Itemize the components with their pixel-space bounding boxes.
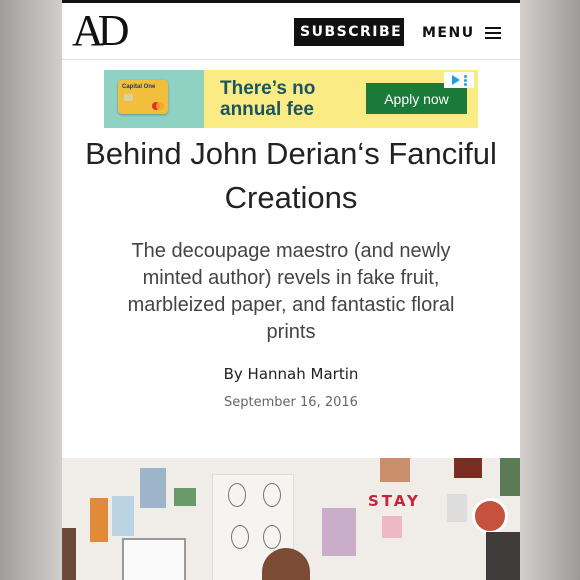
collage-green-card <box>500 458 520 496</box>
collage-face-print <box>380 458 410 482</box>
collage-pink-print <box>382 516 402 538</box>
collage-card-grey <box>447 494 467 522</box>
ad-banner[interactable]: Capital One There’s no annual fee Apply … <box>104 70 478 128</box>
backdrop-right <box>520 0 580 580</box>
article-dek: The decoupage maestro (and newly minted … <box>127 240 455 343</box>
collage-print-blue <box>112 496 134 536</box>
collage-sketch-right <box>486 532 520 580</box>
article-byline[interactable]: By Hannah Martin <box>62 365 520 383</box>
menu-label: MENU <box>422 25 475 41</box>
credit-card-image: Capital One <box>118 80 168 114</box>
site-header: AD SUBSCRIBE MENU <box>62 3 520 60</box>
ad-headline: There’s no annual fee <box>220 78 316 120</box>
card-chip <box>124 94 133 101</box>
menu-button[interactable]: MENU <box>422 19 501 47</box>
ad-menu-icon <box>463 74 467 86</box>
article-title: Behind John Derian‘s Fanciful Creations <box>85 136 497 215</box>
collage-frame <box>122 538 186 580</box>
collage-stay-text: STAY <box>368 492 421 510</box>
collage-flowers <box>322 508 356 556</box>
site-logo[interactable]: AD <box>72 9 130 53</box>
collage-ornament <box>140 468 166 508</box>
mastercard-icon <box>152 102 164 110</box>
ad-choices-icon <box>451 75 460 85</box>
collage-red-frame <box>454 458 482 478</box>
hamburger-icon <box>484 27 501 39</box>
collage-card-small <box>174 488 196 506</box>
article-date: September 16, 2016 <box>224 395 358 410</box>
card-brand: Capital One <box>122 84 156 90</box>
collage-tag <box>90 498 108 542</box>
stay-text: STAY <box>368 492 421 510</box>
collage-notebook <box>62 528 76 580</box>
ad-choices-button[interactable] <box>444 72 474 88</box>
hero-image: STAY <box>62 458 520 580</box>
collage-flower-medallion <box>472 498 508 534</box>
article-page: AD SUBSCRIBE MENU Capital One There’s no… <box>62 0 520 580</box>
subscribe-button[interactable]: SUBSCRIBE <box>294 18 404 46</box>
backdrop-left <box>0 0 62 580</box>
